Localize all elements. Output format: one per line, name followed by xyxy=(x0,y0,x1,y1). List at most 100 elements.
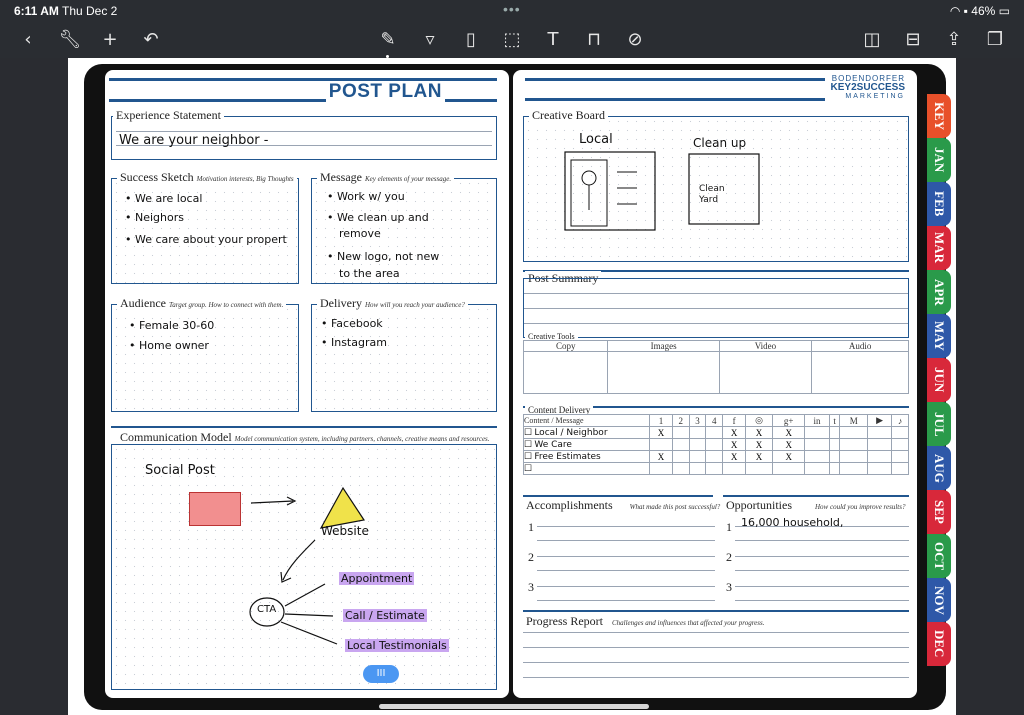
scroll-handle[interactable]: III xyxy=(363,665,399,683)
mark-cell[interactable] xyxy=(891,450,909,463)
tab-mar[interactable]: MAR xyxy=(927,226,951,270)
text-icon[interactable]: T xyxy=(539,26,567,54)
mark-cell[interactable]: X xyxy=(772,438,806,451)
col-images: Images xyxy=(607,340,720,352)
tab-jun[interactable]: JUN xyxy=(927,358,951,402)
mark-cell[interactable]: X xyxy=(745,426,774,439)
row-name: ☐ Free Estimates xyxy=(523,450,650,463)
home-indicator[interactable] xyxy=(379,704,649,709)
col-number: 4 xyxy=(705,414,724,427)
back-icon[interactable]: ‹ xyxy=(14,26,42,54)
mark-cell[interactable]: X xyxy=(772,426,806,439)
website-label: Website xyxy=(321,524,369,538)
mark-cell[interactable] xyxy=(891,426,909,439)
tab-nov[interactable]: NOV xyxy=(927,578,951,622)
mark-cell[interactable] xyxy=(839,426,868,439)
mark-cell[interactable] xyxy=(688,426,707,439)
mark-cell[interactable] xyxy=(828,438,841,451)
mark-cell[interactable]: X xyxy=(649,426,673,439)
pages-icon[interactable]: ❐ xyxy=(981,26,1009,54)
instagram-icon: ◎ xyxy=(745,414,774,427)
highlighter-icon[interactable]: ▿ xyxy=(416,26,444,54)
mark-cell[interactable] xyxy=(688,462,707,475)
mark-cell[interactable] xyxy=(772,462,806,475)
mark-cell[interactable] xyxy=(671,426,690,439)
mark-cell[interactable] xyxy=(804,450,830,463)
shapes-icon[interactable]: ◫ xyxy=(858,26,886,54)
mark-cell[interactable] xyxy=(804,426,830,439)
mark-cell[interactable] xyxy=(722,462,747,475)
mark-cell[interactable]: X xyxy=(745,438,774,451)
mark-cell[interactable] xyxy=(866,462,893,475)
mark-cell[interactable] xyxy=(688,438,707,451)
wrench-icon[interactable]: 🔧︎ xyxy=(56,26,84,54)
mark-cell[interactable] xyxy=(866,438,893,451)
share-icon[interactable]: ⇪ xyxy=(940,26,968,54)
wifi-icon: ◠ xyxy=(949,4,961,18)
mark-cell[interactable] xyxy=(671,438,690,451)
col-number: 1 xyxy=(649,414,673,427)
content-delivery-table[interactable]: Content / Message 1 2 3 4 f ◎ g+ in t M … xyxy=(523,414,909,475)
mark-cell[interactable] xyxy=(671,462,690,475)
tab-apr[interactable]: APR xyxy=(927,270,951,314)
mark-cell[interactable] xyxy=(866,426,893,439)
tab-aug[interactable]: AUG xyxy=(927,446,951,490)
multitasking-icon[interactable]: ••• xyxy=(503,1,521,17)
mark-cell[interactable] xyxy=(671,450,690,463)
lock-icon: ▪ xyxy=(963,4,968,18)
lasso-icon[interactable]: ⬚ xyxy=(498,26,526,54)
eraser-icon[interactable]: ▯ xyxy=(457,26,485,54)
stamp-icon[interactable]: ⊟ xyxy=(899,26,927,54)
tab-sep[interactable]: SEP xyxy=(927,490,951,534)
tab-jan[interactable]: JAN xyxy=(927,138,951,182)
tab-dec[interactable]: DEC xyxy=(927,622,951,666)
mark-cell[interactable] xyxy=(705,462,724,475)
undo-icon[interactable]: ↶ xyxy=(137,26,165,54)
mark-cell[interactable] xyxy=(828,462,841,475)
opportunities-hint: How could you improve results? xyxy=(815,503,906,511)
mark-cell[interactable] xyxy=(804,462,830,475)
date: Thu Dec 2 xyxy=(62,4,118,18)
mark-cell[interactable] xyxy=(705,450,724,463)
plus-icon[interactable]: + xyxy=(96,26,124,54)
mark-cell[interactable]: X xyxy=(722,450,747,463)
post-summary-box[interactable] xyxy=(523,278,909,338)
mark-cell[interactable] xyxy=(649,438,673,451)
mark-cell[interactable]: X xyxy=(772,450,806,463)
mark-cell[interactable] xyxy=(839,438,868,451)
mark-cell[interactable] xyxy=(649,462,673,475)
mark-cell[interactable] xyxy=(828,426,841,439)
mark-cell[interactable]: X xyxy=(722,438,747,451)
tab-jul[interactable]: JUL xyxy=(927,402,951,446)
mark-cell[interactable] xyxy=(745,462,774,475)
mark-cell[interactable]: X xyxy=(745,450,774,463)
sketch-local-frame xyxy=(564,151,656,231)
creative-tools-table[interactable]: Copy Images Video Audio xyxy=(522,340,909,394)
tab-may[interactable]: MAY xyxy=(927,314,951,358)
mark-cell[interactable]: X xyxy=(722,426,747,439)
progress-label: Progress Report Challenges and influence… xyxy=(523,614,768,629)
no-touch-icon[interactable]: ⊘ xyxy=(621,26,649,54)
presentation-icon[interactable]: ⊓ xyxy=(580,26,608,54)
tab-oct[interactable]: OCT xyxy=(927,534,951,578)
mark-cell[interactable] xyxy=(866,450,893,463)
mark-cell[interactable] xyxy=(828,450,841,463)
accomplishments-hint: What made this post successful? xyxy=(629,503,721,511)
tab-key[interactable]: KEY xyxy=(927,94,951,138)
mark-cell[interactable] xyxy=(839,450,868,463)
mark-cell[interactable] xyxy=(804,438,830,451)
mark-cell[interactable] xyxy=(705,438,724,451)
mark-cell[interactable] xyxy=(688,450,707,463)
mark-cell[interactable] xyxy=(891,462,909,475)
mark-cell[interactable] xyxy=(891,438,909,451)
mark-cell[interactable] xyxy=(705,426,724,439)
right-page[interactable]: BODENDORFER KEY2SUCCESS MARKETING Creati… xyxy=(513,70,917,698)
pen-icon[interactable]: ✎ xyxy=(374,26,402,58)
mark-cell[interactable] xyxy=(839,462,868,475)
row-name: ☐ We Care xyxy=(523,438,650,451)
tab-feb[interactable]: FEB xyxy=(927,182,951,226)
mark-cell[interactable]: X xyxy=(649,450,673,463)
cta-line-3 xyxy=(280,621,338,645)
col-audio: Audio xyxy=(811,340,909,352)
left-page[interactable]: POST PLAN Experience Statement We are yo… xyxy=(105,70,509,698)
